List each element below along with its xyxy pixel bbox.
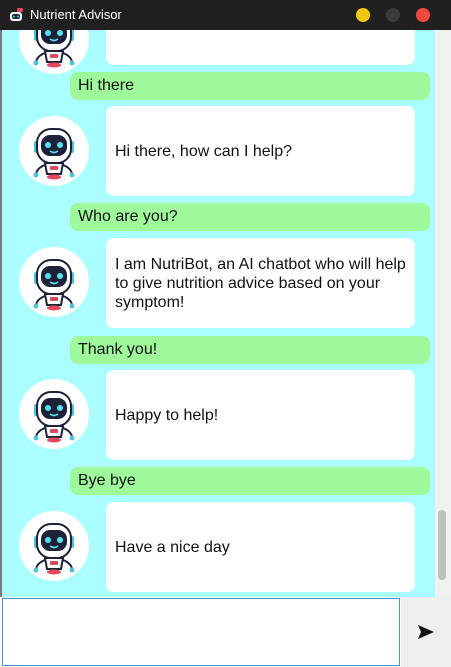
close-button[interactable]: [416, 8, 430, 22]
user-message: Who are you?: [70, 203, 430, 231]
user-message: Bye bye: [70, 467, 430, 495]
bot-avatar: [19, 511, 89, 581]
bot-message: Have a nice day: [106, 502, 415, 592]
maximize-button[interactable]: [386, 8, 400, 22]
robot-icon: [19, 247, 89, 317]
bot-message: [106, 30, 415, 65]
bot-message: Hi there, how can I help?: [106, 106, 415, 196]
title-bar: Nutrient Advisor: [0, 0, 451, 30]
bot-avatar: [19, 247, 89, 317]
bot-avatar: [19, 379, 89, 449]
app-robot-icon: [8, 7, 24, 23]
scrollbar-thumb[interactable]: [438, 510, 446, 580]
window-title: Nutrient Advisor: [30, 7, 122, 22]
bot-message: Happy to help!: [106, 370, 415, 460]
chat-scrollbar[interactable]: [435, 30, 451, 597]
robot-icon: [19, 511, 89, 581]
app-window: Nutrient Advisor Hi there Hi there, how …: [0, 0, 451, 667]
bot-avatar: [19, 30, 89, 74]
composer-area: [0, 597, 451, 667]
chat-history[interactable]: Hi there Hi there, how can I help? Who a…: [0, 30, 435, 597]
robot-icon: [19, 30, 89, 74]
bot-avatar: [19, 116, 89, 186]
send-button[interactable]: [401, 597, 451, 667]
minimize-button[interactable]: [356, 8, 370, 22]
robot-icon: [19, 379, 89, 449]
message-input[interactable]: [2, 598, 400, 666]
user-message: Hi there: [70, 72, 430, 100]
robot-icon: [19, 116, 89, 186]
bot-message: I am NutriBot, an AI chatbot who will he…: [106, 238, 415, 328]
user-message: Thank you!: [70, 336, 430, 364]
send-icon: [418, 625, 434, 639]
